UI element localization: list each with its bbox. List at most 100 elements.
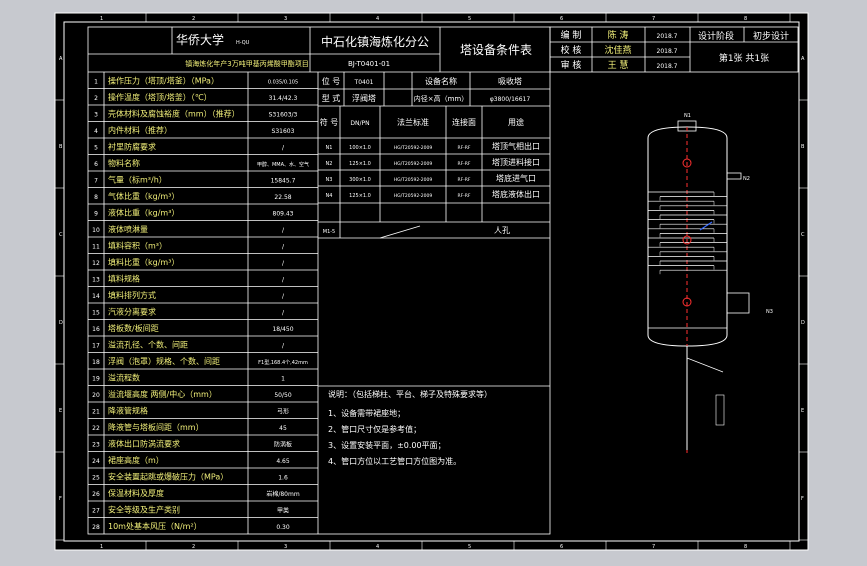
note-line: 2、管口尺寸仅是参考值； bbox=[328, 424, 421, 434]
equipment-no: T0401 bbox=[354, 79, 374, 86]
note-line: 4、管口方位以工艺管口方位图为准。 bbox=[328, 456, 461, 466]
drawing-sheet: ABCDEFABCDEF1234567812345678 华侨大学 H-QU 镇… bbox=[0, 0, 867, 562]
equipment-name-label: 设备名称 bbox=[425, 76, 457, 86]
nozzle-size: 300×1.0 bbox=[349, 177, 371, 183]
nozzle-purpose: 塔底进气口 bbox=[496, 173, 536, 183]
row-label: 液体出口防涡流要求 bbox=[108, 438, 180, 448]
row-label: 汽液分离要求 bbox=[108, 306, 156, 316]
role-date: 2018.7 bbox=[657, 63, 678, 70]
row-number: 5 bbox=[94, 144, 98, 151]
row-value: 31.4/42.3 bbox=[269, 95, 298, 102]
diameter-value: φ3800/16617 bbox=[490, 96, 531, 103]
row-value: S31603 bbox=[272, 128, 295, 135]
frame-number-top: 6 bbox=[560, 16, 563, 22]
row-label: 液体喷淋量 bbox=[108, 224, 148, 234]
role-label: 审 核 bbox=[561, 59, 582, 71]
nozzle-size: 125×1.0 bbox=[349, 161, 371, 167]
row-value: 1.6 bbox=[278, 474, 288, 481]
frame-letter-right: D bbox=[801, 320, 805, 326]
frame-letter-right: B bbox=[801, 144, 805, 150]
row-number: 9 bbox=[94, 210, 98, 217]
stage-label: 设计阶段 bbox=[698, 30, 734, 42]
equipment-no-label: 位 号 bbox=[322, 76, 341, 86]
frame-letter-left: D bbox=[59, 320, 63, 326]
nozzle-symbol: M1-5 bbox=[323, 229, 335, 235]
row-value: 0.30 bbox=[276, 524, 290, 531]
row-label: 降液管规格 bbox=[108, 405, 148, 415]
frame-letter-right: A bbox=[801, 56, 805, 62]
nozzle-size: 100×1.0 bbox=[349, 145, 371, 151]
role-name: 沈佳燕 bbox=[604, 44, 631, 56]
row-value: 50/50 bbox=[274, 392, 291, 399]
nozzle-face: RF-RF bbox=[457, 177, 470, 183]
row-label: 内件材料（推荐） bbox=[108, 125, 172, 135]
row-value: 809.43 bbox=[273, 210, 294, 217]
row-number: 14 bbox=[92, 293, 100, 300]
nozzle-purpose: 塔顶进料接口 bbox=[492, 157, 540, 167]
nozzle-face: RF-RF bbox=[457, 161, 470, 167]
row-value: 防涡板 bbox=[274, 440, 292, 448]
nozzle-standard: HG/T20592-2009 bbox=[394, 177, 433, 183]
row-label: 液体比重（kg/m³） bbox=[108, 207, 179, 217]
row-value: 甲类 bbox=[277, 506, 289, 514]
nozzle-standard: HG/T20592-2009 bbox=[394, 161, 433, 167]
note-line: 3、设置安装平面，±0.00平面； bbox=[328, 440, 446, 450]
row-number: 10 bbox=[92, 227, 100, 234]
row-number: 20 bbox=[92, 392, 100, 399]
frame-letter-left: A bbox=[59, 56, 63, 62]
nozzle-header-size: DN/PN bbox=[350, 120, 369, 127]
frame-number-top: 7 bbox=[652, 16, 655, 22]
row-label: 操作温度（塔顶/塔釜）（℃） bbox=[108, 92, 212, 102]
row-label: 裙座高度（m） bbox=[108, 455, 164, 465]
frame-number-bottom: 8 bbox=[744, 544, 747, 550]
equipment-name: 吸收塔 bbox=[498, 76, 522, 86]
role-name: 陈 涛 bbox=[608, 29, 629, 41]
frame-number-top: 3 bbox=[284, 16, 287, 22]
row-number: 11 bbox=[92, 243, 100, 250]
nozzle-purpose: 人孔 bbox=[494, 226, 510, 235]
row-label: 填料排列方式 bbox=[108, 290, 156, 300]
row-number: 4 bbox=[94, 128, 98, 135]
row-label: 塔板数/板间距 bbox=[108, 323, 159, 333]
frame-number-top: 1 bbox=[100, 16, 103, 22]
role-name: 王 慧 bbox=[608, 59, 629, 71]
nozzle-symbol: N3 bbox=[326, 177, 333, 183]
row-value: 1 bbox=[281, 375, 285, 382]
type-value: 浮阀塔 bbox=[352, 93, 376, 103]
role-label: 校 核 bbox=[561, 44, 582, 56]
type-label: 型 式 bbox=[322, 93, 341, 103]
nozzle-standard: HG/T20592-2009 bbox=[394, 145, 433, 151]
nozzle-face: RF-RF bbox=[457, 145, 470, 151]
frame-letter-left: C bbox=[59, 232, 63, 238]
frame-number-bottom: 4 bbox=[376, 544, 379, 550]
project-name: 镇海炼化年产3万吨甲基丙烯酸甲酯项目 bbox=[185, 59, 308, 68]
row-number: 3 bbox=[94, 111, 98, 118]
frame-letter-left: E bbox=[59, 408, 62, 414]
row-label: 保温材料及厚度 bbox=[108, 488, 164, 498]
sheet-info: 第1张 共1张 bbox=[719, 52, 769, 64]
row-label: 降液管与塔板间距（mm） bbox=[108, 422, 204, 432]
row-number: 6 bbox=[94, 161, 98, 168]
label-side-upper: N2 bbox=[743, 176, 750, 182]
frame-letter-right: C bbox=[801, 232, 805, 238]
label-top-nozzle: N1 bbox=[684, 113, 691, 119]
row-value: 弓形 bbox=[277, 407, 289, 415]
row-number: 24 bbox=[92, 458, 100, 465]
row-number: 1 bbox=[94, 78, 98, 85]
row-number: 12 bbox=[92, 260, 100, 267]
nozzle-size: 125×1.0 bbox=[349, 193, 371, 199]
row-label: 物料名称 bbox=[108, 158, 140, 168]
frame-number-top: 2 bbox=[192, 16, 195, 22]
frame-letter-right: E bbox=[801, 408, 804, 414]
row-number: 27 bbox=[92, 507, 100, 514]
row-number: 21 bbox=[92, 408, 100, 415]
row-label: 气体比重（kg/m³） bbox=[108, 191, 179, 201]
frame-letter-right: F bbox=[801, 496, 804, 502]
frame-number-top: 8 bbox=[744, 16, 747, 22]
row-value: 45 bbox=[279, 425, 287, 432]
nozzle-header-purpose: 用途 bbox=[508, 117, 524, 127]
row-number: 8 bbox=[94, 194, 98, 201]
row-label: 溢流堰高度 两侧/中心（mm） bbox=[108, 389, 217, 399]
row-label: 安全装置起跳或爆破压力（MPa） bbox=[108, 471, 228, 481]
row-value: 22.58 bbox=[274, 194, 291, 201]
